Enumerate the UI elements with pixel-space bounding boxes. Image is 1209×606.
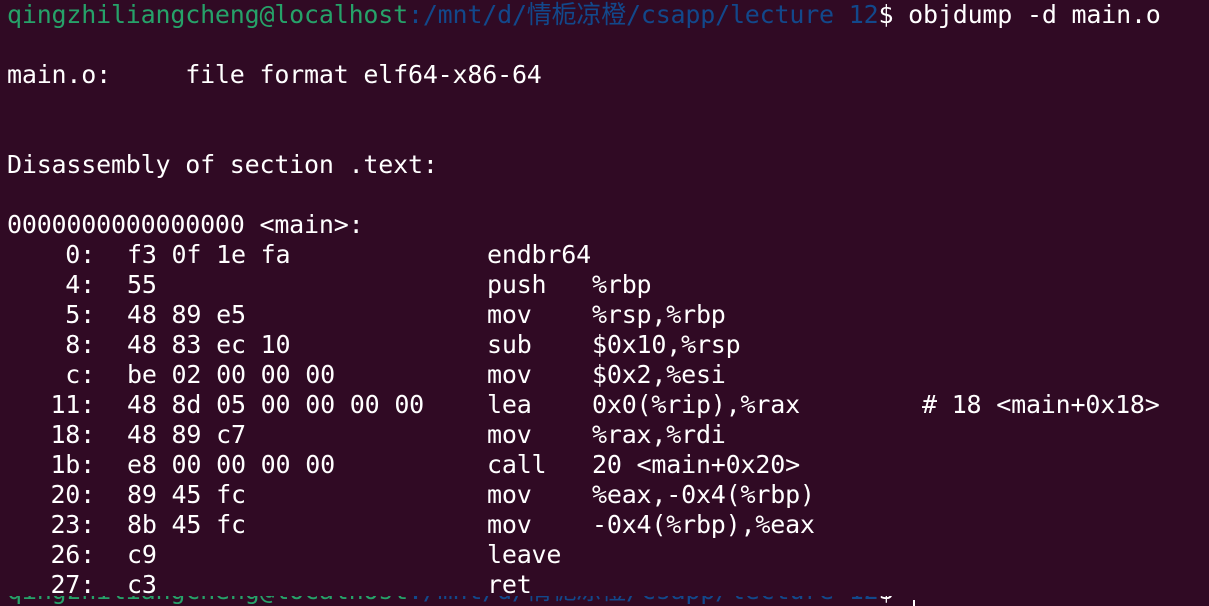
instruction-row: 4: 55 push %rbp [7, 270, 1197, 300]
instruction-bytes: 89 45 fc [127, 480, 246, 509]
instruction-bytes: be 02 00 00 00 [127, 360, 335, 389]
instruction-operands: %rax,%rdi [592, 420, 726, 449]
instruction-address: 23: [50, 510, 95, 539]
instruction-row: 0: f3 0f 1e fa endbr64 [7, 240, 1197, 270]
instruction-bytes: 48 8d 05 00 00 00 00 [127, 390, 425, 419]
instruction-row: 8: 48 83 ec 10 sub $0x10,%rsp [7, 330, 1197, 360]
instruction-mnemonic: mov [487, 420, 532, 449]
instruction-row: 18: 48 89 c7 mov %rax,%rdi [7, 420, 1197, 450]
instruction-row: 11: 48 8d 05 00 00 00 00 lea 0x0(%rip),%rax… [7, 390, 1197, 420]
instruction-address: 8: [65, 330, 95, 359]
instruction-bytes: e8 00 00 00 00 [127, 450, 335, 479]
instruction-bytes: f3 0f 1e fa [127, 240, 291, 269]
instruction-mnemonic: mov [487, 360, 532, 389]
command-text: objdump -d main.o [893, 0, 1161, 29]
instruction-address: 1b: [50, 450, 95, 479]
instruction-comment: # 18 <main+0x18> [922, 390, 1160, 419]
instruction-mnemonic: mov [487, 300, 532, 329]
instruction-mnemonic: call [487, 450, 547, 479]
instruction-bytes: 48 89 c7 [127, 420, 246, 449]
instruction-operands: 20 <main+0x20> [592, 450, 800, 479]
instruction-address: 4: [65, 270, 95, 299]
prompt-path: :/mnt/d/情栀凉橙/csapp/lecture 12 [407, 0, 879, 29]
instruction-address: 20: [50, 480, 95, 509]
instruction-operands: 0x0(%rip),%rax [592, 390, 800, 419]
instruction-operands: %rsp,%rbp [592, 300, 726, 329]
instruction-mnemonic: endbr64 [487, 240, 591, 269]
instruction-bytes: 55 [127, 270, 157, 299]
instruction-bytes: 8b 45 fc [127, 510, 246, 539]
instruction-bytes: c9 [127, 540, 157, 569]
next-prompt-partial: qingzhiliangcheng@localhost:/mnt/d/情栀凉橙/… [7, 596, 1107, 606]
instruction-bytes: 48 83 ec 10 [127, 330, 291, 359]
instruction-address: 5: [65, 300, 95, 329]
instruction-address: 18: [50, 420, 95, 449]
instruction-address: 0: [65, 240, 95, 269]
prompt-user-host: qingzhiliangcheng@localhost [7, 0, 408, 29]
prompt-symbol: $ [878, 0, 894, 29]
instruction-row: 20: 89 45 fc mov %eax,-0x4(%rbp) [7, 480, 1197, 510]
instruction-address: 11: [50, 390, 95, 419]
instruction-operands: %eax,-0x4(%rbp) [592, 480, 815, 509]
instruction-mnemonic: leave [487, 540, 562, 569]
instruction-row: 23: 8b 45 fc mov -0x4(%rbp),%eax [7, 510, 1197, 540]
section-header: Disassembly of section .text: [7, 150, 438, 179]
instruction-operands: %rbp [592, 270, 652, 299]
instruction-mnemonic: push [487, 270, 547, 299]
instruction-bytes: 48 89 e5 [127, 300, 246, 329]
instruction-address: c: [65, 360, 95, 389]
instruction-address: 26: [50, 540, 95, 569]
symbol-header: 0000000000000000 <main>: [7, 210, 364, 239]
terminal-window[interactable]: qingzhiliangcheng@localhost:/mnt/d/情栀凉橙/… [0, 0, 1209, 606]
text-cursor [913, 600, 915, 606]
instruction-operands: $0x10,%rsp [592, 330, 741, 359]
instruction-operands: $0x2,%esi [592, 360, 726, 389]
instruction-mnemonic: mov [487, 510, 532, 539]
instruction-row: c: be 02 00 00 00 mov $0x2,%esi [7, 360, 1197, 390]
instruction-row: 1b: e8 00 00 00 00 call 20 <main+0x20> [7, 450, 1197, 480]
instruction-mnemonic: lea [487, 390, 532, 419]
prompt-line: qingzhiliangcheng@localhost:/mnt/d/情栀凉橙/… [7, 0, 1161, 30]
instruction-row: 26: c9 leave [7, 540, 1197, 570]
instruction-row: 5: 48 89 e5 mov %rsp,%rbp [7, 300, 1197, 330]
instruction-operands: -0x4(%rbp),%eax [592, 510, 815, 539]
instruction-mnemonic: mov [487, 480, 532, 509]
instruction-mnemonic: sub [487, 330, 532, 359]
file-format-line: main.o: file format elf64-x86-64 [7, 60, 542, 89]
